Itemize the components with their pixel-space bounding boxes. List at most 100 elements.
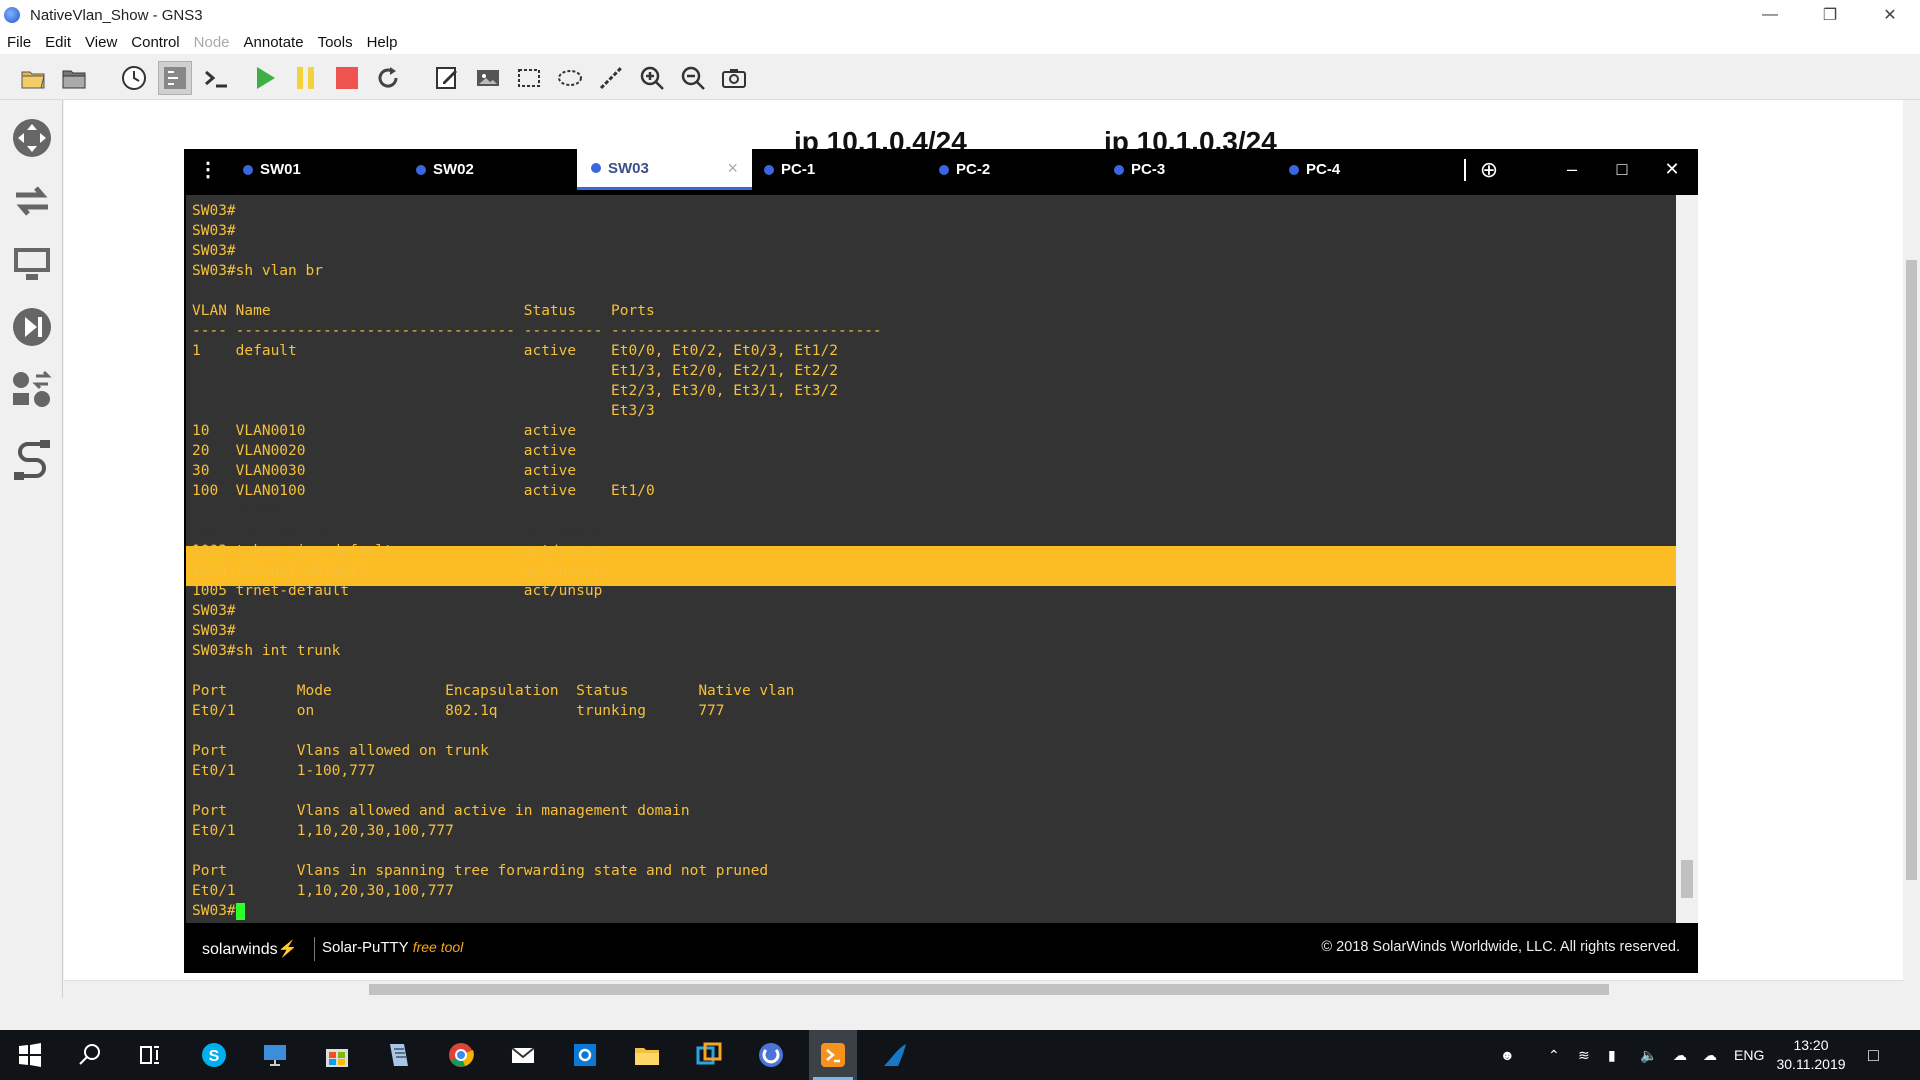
stop-all-icon[interactable] <box>330 61 364 95</box>
open-folder-icon[interactable] <box>57 61 91 95</box>
skype-icon[interactable]: S <box>190 1030 238 1080</box>
canvas-vertical-scrollbar[interactable] <box>1903 100 1920 980</box>
system-clock[interactable]: 13:20 30.11.2019 <box>1766 1036 1856 1074</box>
insert-picture-icon[interactable] <box>471 61 505 95</box>
status-dot-icon <box>1114 164 1124 175</box>
menu-dots-icon[interactable]: ⋮ <box>198 159 218 181</box>
zoom-in-icon[interactable] <box>635 61 669 95</box>
draw-line-icon[interactable] <box>594 61 628 95</box>
terminal-scrollbar[interactable] <box>1676 195 1698 923</box>
draw-ellipse-icon[interactable] <box>553 61 587 95</box>
onedrive-icon[interactable]: ☁ <box>1673 1030 1687 1080</box>
start-all-icon[interactable] <box>248 61 282 95</box>
open-project-icon[interactable] <box>16 61 50 95</box>
reload-all-icon[interactable] <box>371 61 405 95</box>
chrome-icon[interactable] <box>437 1030 485 1080</box>
terminal-line: 20 VLAN0020 active <box>192 443 577 459</box>
menu-view[interactable]: View <box>78 34 124 51</box>
volume-icon[interactable]: 🔈 <box>1640 1030 1657 1080</box>
battery-icon[interactable]: ▮ <box>1608 1030 1616 1080</box>
maximize-button[interactable]: ❐ <box>1800 0 1860 30</box>
tab-pc-4[interactable]: PC-4 <box>1289 149 1459 190</box>
tab-sw01[interactable]: SW01 <box>239 149 409 190</box>
wifi-icon[interactable]: ≋ <box>1578 1030 1590 1080</box>
minimize-button[interactable]: — <box>1740 0 1800 30</box>
status-dot-icon <box>764 164 774 175</box>
show-interface-labels-icon[interactable] <box>158 61 192 95</box>
device-dock <box>0 100 63 998</box>
tab-sw02[interactable]: SW02 <box>412 149 582 190</box>
task-view-icon[interactable] <box>126 1030 174 1080</box>
security-devices-icon[interactable] <box>8 303 56 351</box>
people-icon[interactable]: ☻ <box>1500 1030 1515 1080</box>
tab-pc-2[interactable]: PC-2 <box>939 149 1109 190</box>
terminal-line: SW03# <box>192 623 236 639</box>
tab-sw03[interactable]: SW03 × <box>577 149 752 190</box>
terminal-line: 1 default active Et0/0, Et0/2, Et0/3, Et… <box>192 343 839 359</box>
terminal-line: 1002 fddi-default act/unsup <box>192 523 603 539</box>
routers-icon[interactable] <box>8 114 56 162</box>
terminal-line: Port Vlans allowed and active in managem… <box>192 803 690 819</box>
terminal-line: Port Mode Encapsulation Status Native vl… <box>192 683 795 699</box>
outlook-icon[interactable] <box>561 1030 609 1080</box>
show-hidden-icons-icon[interactable]: ⌃ <box>1548 1030 1560 1080</box>
terminal-output[interactable]: SW03# SW03# SW03# SW03#sh vlan br VLAN Name … <box>186 195 1676 923</box>
console-all-icon[interactable] <box>199 61 233 95</box>
window-titlebar: NativeVlan_Show - GNS3 — ❐ ✕ <box>0 0 1920 30</box>
menu-annotate[interactable]: Annotate <box>237 34 311 51</box>
menu-file[interactable]: File <box>0 34 38 51</box>
wireshark-icon[interactable] <box>871 1030 919 1080</box>
language-indicator[interactable]: ENG <box>1734 1030 1764 1080</box>
all-devices-icon[interactable] <box>8 366 56 414</box>
snapshot-clock-icon[interactable] <box>117 61 151 95</box>
solarwinds-logo: solarwinds⚡ <box>202 941 298 958</box>
terminal-line: 10 VLAN0010 active <box>192 423 577 439</box>
screenshot-icon[interactable] <box>717 61 751 95</box>
end-devices-icon[interactable] <box>8 240 56 288</box>
tab-pc-1[interactable]: PC-1 <box>764 149 934 190</box>
draw-rectangle-icon[interactable] <box>512 61 546 95</box>
terminal-line: ---- -------------------------------- --… <box>192 323 882 339</box>
zoom-out-icon[interactable] <box>676 61 710 95</box>
clock-date: 30.11.2019 <box>1776 1056 1846 1072</box>
onedrive-business-icon[interactable]: ☁ <box>1703 1030 1717 1080</box>
tab-close-icon[interactable]: × <box>727 158 738 179</box>
gns3-app-icon <box>4 7 20 23</box>
virtual-box-icon[interactable] <box>685 1030 733 1080</box>
close-button[interactable]: ✕ <box>1860 0 1920 30</box>
terminal-line: SW03#sh int trunk <box>192 643 341 659</box>
start-icon[interactable] <box>6 1030 54 1080</box>
terminal-line: 1004 fddinet-default act/unsup <box>192 563 603 579</box>
putty-minimize-button[interactable]: – <box>1552 149 1592 190</box>
add-note-icon[interactable] <box>430 61 464 95</box>
store-icon[interactable] <box>313 1030 361 1080</box>
gns3-icon[interactable] <box>747 1030 795 1080</box>
putty-close-button[interactable]: ✕ <box>1652 149 1692 190</box>
search-icon[interactable] <box>66 1030 114 1080</box>
menu-help[interactable]: Help <box>360 34 405 51</box>
notifications-icon[interactable]: □ <box>1868 1030 1879 1080</box>
terminal-line: SW03# <box>192 223 236 239</box>
suspend-all-icon[interactable] <box>289 61 323 95</box>
file-explorer-icon[interactable] <box>623 1030 671 1080</box>
terminal-line: Port Vlans allowed on trunk <box>192 743 489 759</box>
add-session-icon[interactable]: ⊕ <box>1469 149 1509 190</box>
tab-pc-3[interactable]: PC-3 <box>1114 149 1284 190</box>
putty-maximize-button[interactable]: □ <box>1602 149 1642 190</box>
solar-putty-icon[interactable] <box>809 1030 857 1080</box>
add-link-icon[interactable] <box>8 436 56 484</box>
menu-edit[interactable]: Edit <box>38 34 78 51</box>
remote-desktop-icon[interactable] <box>251 1030 299 1080</box>
canvas-horizontal-scrollbar[interactable] <box>64 980 1903 997</box>
switches-icon[interactable] <box>8 177 56 225</box>
terminal-line: Et0/1 1,10,20,30,100,777 <box>192 883 454 899</box>
menu-control[interactable]: Control <box>124 34 186 51</box>
status-dot-icon <box>939 164 949 175</box>
terminal-line: Et0/1 1-100,777 <box>192 763 376 779</box>
mail-icon[interactable] <box>499 1030 547 1080</box>
product-tag: free tool <box>412 939 464 955</box>
menu-tools[interactable]: Tools <box>311 34 360 51</box>
product-name: Solar-PuTTY free tool <box>322 939 464 956</box>
solar-putty-window: ⋮ SW01 SW02 SW03 × PC-1 PC-2 PC-3 PC-4 ⊕ … <box>184 149 1698 973</box>
notepad-icon[interactable] <box>375 1030 423 1080</box>
